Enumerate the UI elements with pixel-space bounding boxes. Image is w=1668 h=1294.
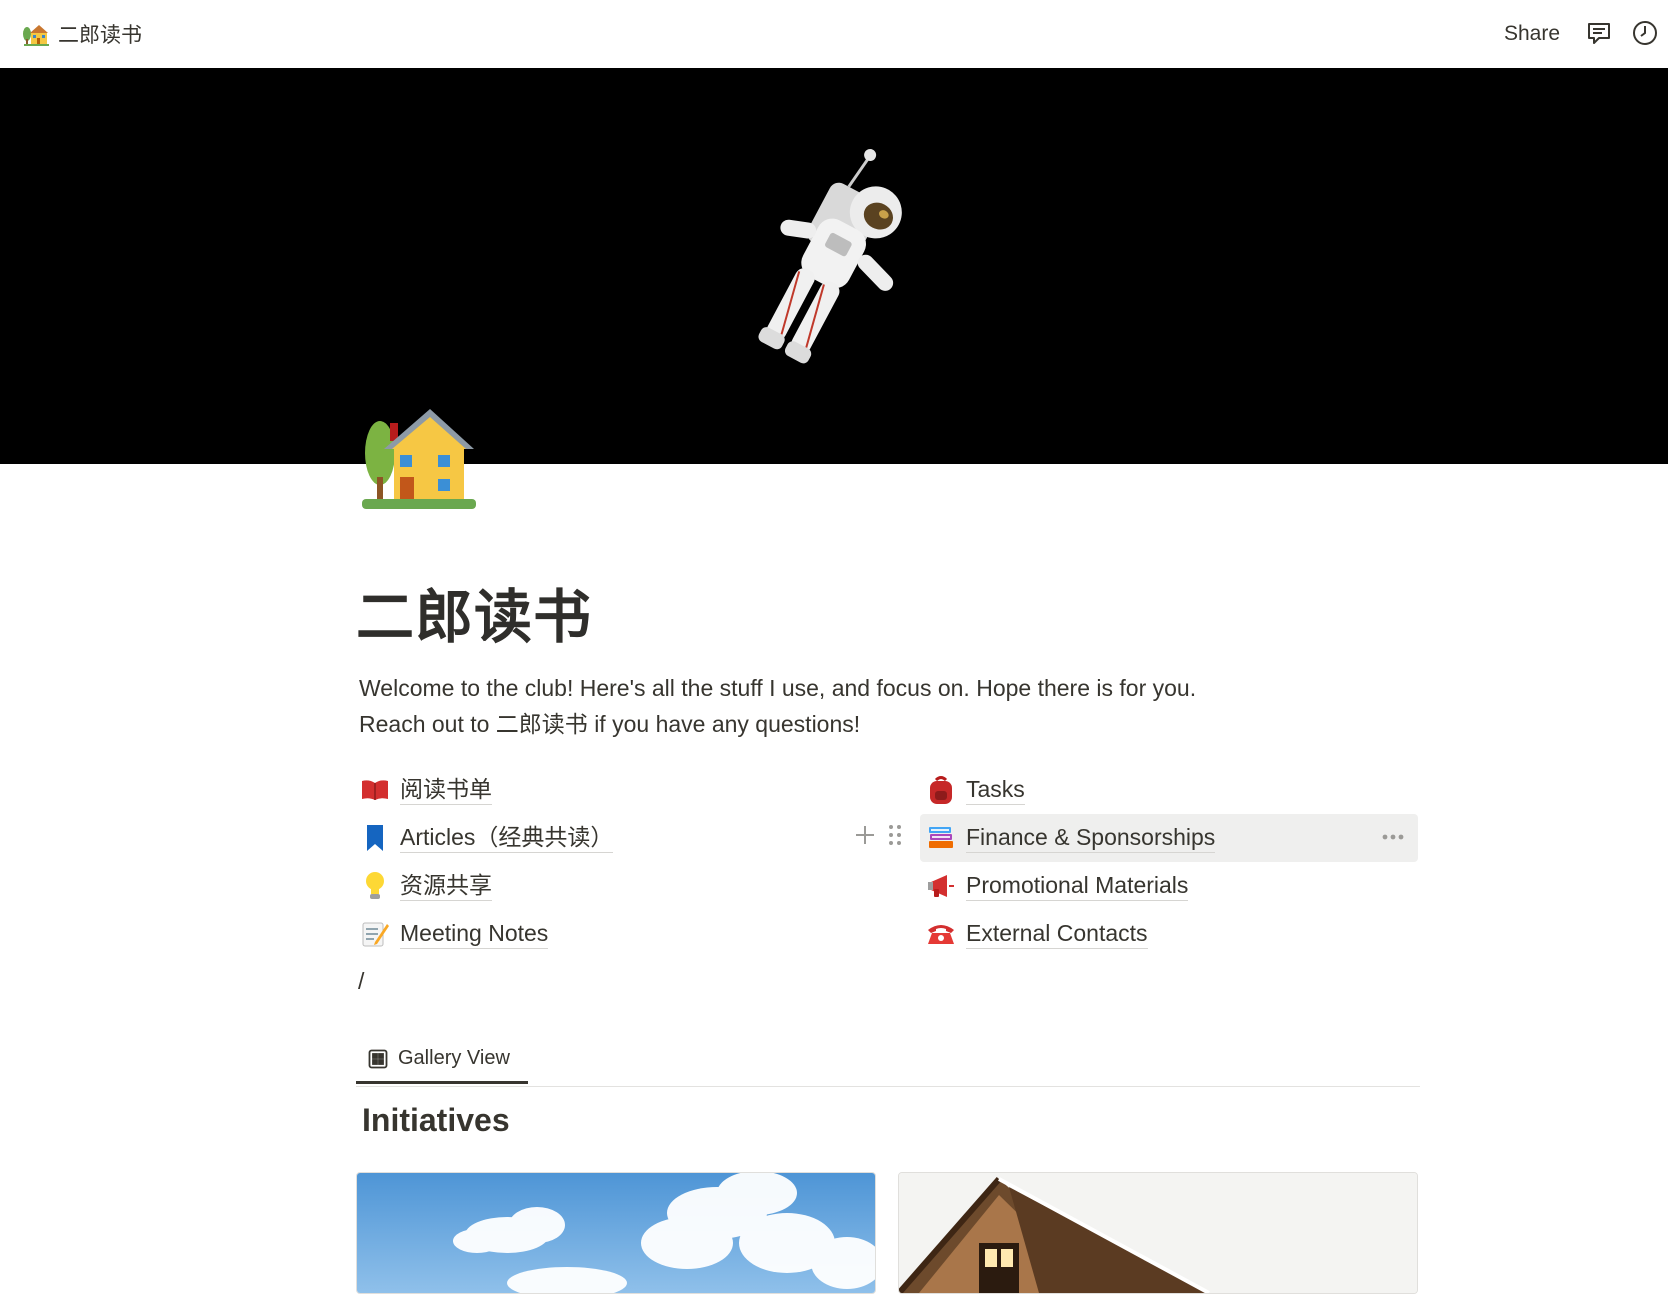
block-handles [854,824,902,851]
description-line: Reach out to 二郎读书 if you have any questi… [359,711,861,737]
tab-label: Gallery View [398,1047,510,1069]
share-button[interactable]: Share [1494,16,1570,52]
house-with-garden-icon[interactable] [356,405,482,515]
add-block-icon[interactable] [854,824,876,851]
light-bulb-icon [360,871,390,901]
comment-icon[interactable] [1584,18,1614,48]
tab-gallery-view[interactable]: Gallery View [356,1036,528,1084]
telephone-icon [926,919,956,949]
top-bar: 二郎读书 Share [0,0,1668,68]
more-options-icon[interactable] [1382,828,1404,846]
page-link-label: Promotional Materials [966,871,1189,901]
gallery-card[interactable] [898,1172,1418,1294]
backpack-icon [926,775,956,805]
memo-icon [360,919,390,949]
page-link-label: Finance & Sponsorships [966,823,1216,853]
clock-icon[interactable] [1630,18,1660,48]
page-link-finance[interactable]: Finance & Sponsorships [856,814,1418,862]
gallery-icon [368,1049,388,1068]
page-link-label: Meeting Notes [400,919,549,949]
breadcrumb[interactable]: 二郎读书 [22,18,142,50]
links-column-left: 阅读书单 Articles（经典共读） 资源共享 Meeting Notes [360,766,614,958]
card-cover-cabin [899,1173,1417,1293]
page-link-label: Articles（经典共读） [400,823,614,853]
gallery-card[interactable] [356,1172,876,1294]
breadcrumb-title: 二郎读书 [58,24,142,47]
page-link-external-contacts[interactable]: External Contacts [926,910,1418,958]
page-link-label: 阅读书单 [400,775,492,805]
drag-handle-icon[interactable] [888,824,902,851]
page-link-label: 资源共享 [400,871,492,901]
links-column-right: Tasks Finance & Sponsorships Promotional… [856,766,1418,958]
page-description[interactable]: Welcome to the club! Here's all the stuf… [359,670,1196,742]
bookmark-icon [360,823,390,853]
slash-command-text[interactable]: / [358,968,364,995]
books-icon [926,823,956,853]
megaphone-icon [926,871,956,901]
astronaut-illustration [0,68,1668,464]
cover-image[interactable] [0,68,1668,464]
page-link-promotional[interactable]: Promotional Materials [926,862,1418,910]
page-link-articles[interactable]: Articles（经典共读） [360,814,614,862]
page-link-tasks[interactable]: Tasks [926,766,1418,814]
house-with-garden-icon [23,25,49,46]
page-link-resources[interactable]: 资源共享 [360,862,613,910]
page-link-reading-list[interactable]: 阅读书单 [360,766,613,814]
description-line: Welcome to the club! Here's all the stuf… [359,675,1197,701]
page-link-meeting-notes[interactable]: Meeting Notes [360,910,613,958]
page-link-label: Tasks [966,775,1025,805]
card-cover-sky [357,1173,875,1293]
page-title[interactable]: 二郎读书 [356,578,592,658]
database-title[interactable]: Initiatives [362,1102,510,1139]
view-tabs: Gallery View [356,1036,1420,1087]
page-link-label: External Contacts [966,919,1148,949]
open-book-icon [360,775,390,805]
